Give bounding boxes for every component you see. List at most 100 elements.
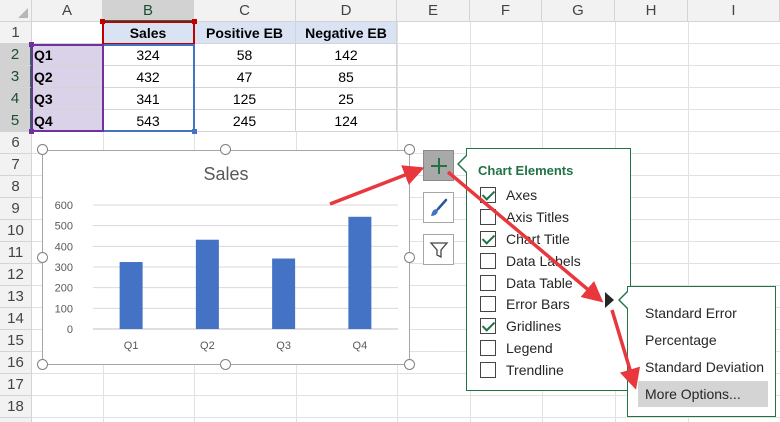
range-handle[interactable] — [192, 19, 197, 24]
chart-resize-handle[interactable] — [37, 252, 48, 263]
chart-resize-handle[interactable] — [220, 144, 231, 155]
chart-resize-handle[interactable] — [37, 144, 48, 155]
row-gridline — [32, 417, 780, 418]
checkbox[interactable] — [480, 231, 496, 247]
row-header-8[interactable]: 8 — [0, 176, 32, 198]
option-data-labels[interactable]: Data Labels — [480, 251, 581, 271]
option-label: Axes — [506, 187, 538, 203]
bar-q3[interactable] — [272, 258, 296, 329]
row-header-15[interactable]: 15 — [0, 330, 32, 352]
range-handle[interactable] — [100, 19, 105, 24]
range-handle[interactable] — [29, 42, 34, 47]
option-axes[interactable]: Axes — [480, 185, 537, 205]
y-tick-label: 200 — [55, 283, 73, 295]
select-all-corner[interactable] — [0, 0, 32, 22]
chart-elements-button[interactable] — [423, 150, 454, 181]
menu-item-standard-deviation[interactable]: Standard Deviation — [638, 354, 768, 380]
menu-item-standard-error[interactable]: Standard Error — [638, 300, 768, 326]
checkbox[interactable] — [480, 275, 496, 291]
option-label: Legend — [506, 340, 553, 356]
column-header-f[interactable]: F — [470, 0, 542, 22]
checkbox[interactable] — [480, 362, 496, 378]
row-header-5[interactable]: 5 — [0, 110, 32, 132]
menu-item-more-options[interactable]: More Options... — [638, 381, 768, 407]
row-header-11[interactable]: 11 — [0, 242, 32, 264]
cell-d4[interactable]: 25 — [296, 88, 397, 110]
option-gridlines[interactable]: Gridlines — [480, 316, 561, 336]
option-trendline[interactable]: Trendline — [480, 360, 564, 380]
x-tick-label: Q4 — [353, 340, 368, 352]
y-tick-label: 300 — [55, 262, 73, 274]
row-header-4[interactable]: 4 — [0, 88, 32, 110]
column-header-b[interactable]: B — [103, 0, 194, 22]
checkbox[interactable] — [480, 209, 496, 225]
brush-icon — [430, 198, 447, 216]
cell-d1[interactable]: Negative EB — [296, 22, 397, 44]
option-chart-title[interactable]: Chart Title — [480, 229, 570, 249]
y-tick-label: 500 — [55, 221, 73, 233]
checkbox[interactable] — [480, 187, 496, 203]
option-label: Gridlines — [506, 318, 562, 334]
bar-q4[interactable] — [348, 216, 372, 329]
cell-c1[interactable]: Positive EB — [194, 22, 296, 44]
checkbox[interactable] — [480, 318, 496, 334]
cell-d2[interactable]: 142 — [296, 44, 397, 66]
row-header-17[interactable]: 17 — [0, 374, 32, 396]
cell-d5[interactable]: 124 — [296, 110, 397, 132]
option-axis-titles[interactable]: Axis Titles — [480, 207, 569, 227]
chart-resize-handle[interactable] — [404, 144, 415, 155]
column-header-h[interactable]: H — [615, 0, 688, 22]
error-bars-expand-icon[interactable] — [605, 292, 614, 308]
row-header-13[interactable]: 13 — [0, 286, 32, 308]
chart-resize-handle[interactable] — [404, 252, 415, 263]
column-header-d[interactable]: D — [296, 0, 397, 22]
range-handle[interactable] — [192, 129, 197, 134]
row-header-12[interactable]: 12 — [0, 264, 32, 286]
column-header-g[interactable]: G — [542, 0, 615, 22]
row-header-9[interactable]: 9 — [0, 198, 32, 220]
bar-q1[interactable] — [119, 262, 143, 329]
chart-resize-handle[interactable] — [404, 359, 415, 370]
cell-d3[interactable]: 85 — [296, 66, 397, 88]
cell-a1[interactable] — [32, 22, 103, 44]
cell-c4[interactable]: 125 — [194, 88, 296, 110]
checkbox[interactable] — [480, 253, 496, 269]
column-header-i[interactable]: I — [688, 0, 780, 22]
row-header-6[interactable]: 6 — [0, 132, 32, 154]
cell-c5[interactable]: 245 — [194, 110, 296, 132]
bar-q2[interactable] — [195, 239, 219, 329]
row-header-2[interactable]: 2 — [0, 44, 32, 66]
column-header-a[interactable]: A — [32, 0, 103, 22]
x-tick-label: Q2 — [200, 340, 215, 352]
sales-chart[interactable]: Sales 0 100 200 300 400 500 600 Q1 Q2 Q3 Q4 — [42, 150, 410, 365]
cell-c3[interactable]: 47 — [194, 66, 296, 88]
checkbox[interactable] — [480, 340, 496, 356]
row-header-18[interactable]: 18 — [0, 396, 32, 418]
chart-filters-button[interactable] — [423, 234, 454, 265]
row-header-1[interactable]: 1 — [0, 22, 32, 44]
chart-resize-handle[interactable] — [37, 359, 48, 370]
option-legend[interactable]: Legend — [480, 338, 553, 358]
series-name-range — [102, 21, 195, 45]
option-label: Error Bars — [506, 296, 570, 312]
row-header-16[interactable]: 16 — [0, 352, 32, 374]
panel-pointer-inner — [459, 156, 467, 172]
row-header-14[interactable]: 14 — [0, 308, 32, 330]
row-header-7[interactable]: 7 — [0, 154, 32, 176]
row-header-19[interactable]: 19 — [0, 418, 32, 422]
cell-c2[interactable]: 58 — [194, 44, 296, 66]
option-data-table[interactable]: Data Table — [480, 273, 573, 293]
checkbox[interactable] — [480, 296, 496, 312]
chart-resize-handle[interactable] — [220, 359, 231, 370]
chart-styles-button[interactable] — [423, 192, 454, 223]
chart-plot-area[interactable]: 0 100 200 300 400 500 600 Q1 Q2 Q3 Q4 — [43, 151, 411, 366]
range-handle[interactable] — [29, 129, 34, 134]
y-tick-label: 600 — [55, 200, 73, 212]
row-header-3[interactable]: 3 — [0, 66, 32, 88]
row-header-10[interactable]: 10 — [0, 220, 32, 242]
option-label: Chart Title — [506, 231, 570, 247]
option-error-bars[interactable]: Error Bars — [480, 294, 570, 314]
column-header-c[interactable]: C — [194, 0, 296, 22]
column-header-e[interactable]: E — [397, 0, 470, 22]
menu-item-percentage[interactable]: Percentage — [638, 327, 768, 353]
